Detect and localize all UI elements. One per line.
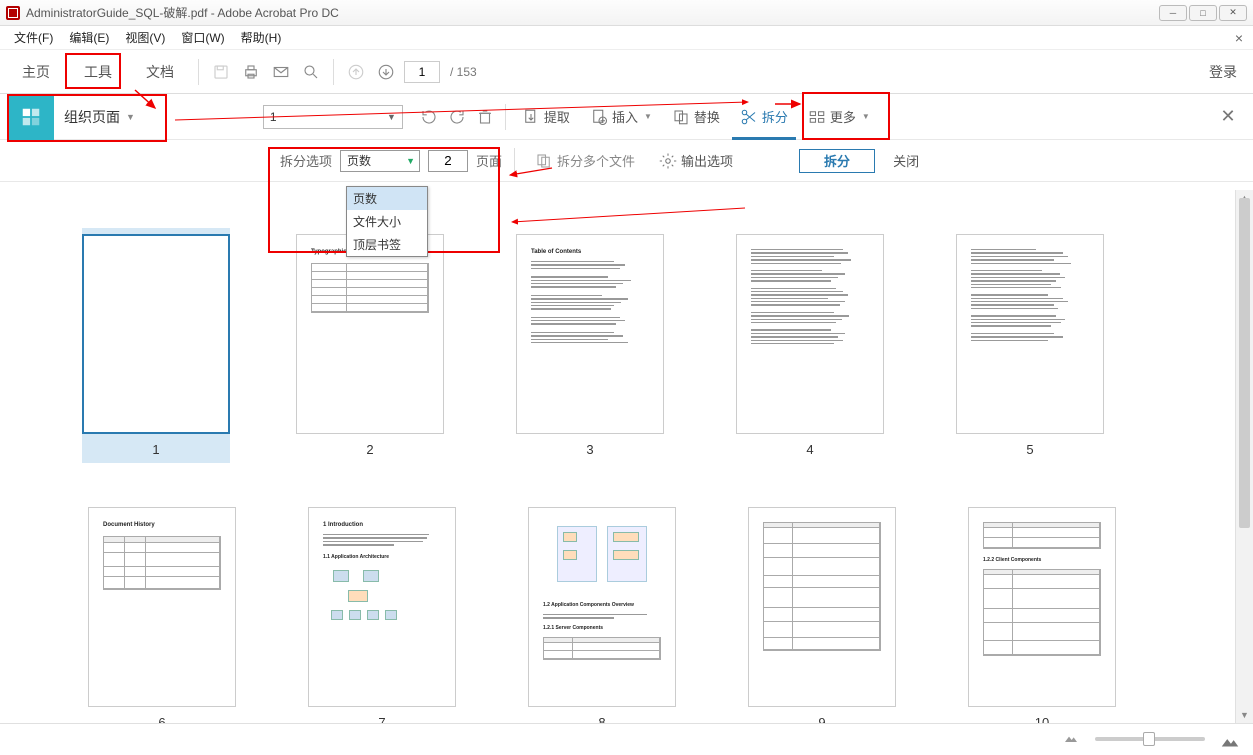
- page-number: 2: [366, 442, 373, 457]
- titlebar: AdministratorGuide_SQL-破解.pdf - Adobe Ac…: [0, 0, 1253, 26]
- split-multiple-label: 拆分多个文件: [557, 151, 635, 170]
- page-number: 8: [598, 715, 605, 723]
- insert-button[interactable]: 插入 ▼: [582, 101, 660, 133]
- status-bar: [0, 723, 1253, 753]
- vertical-scrollbar[interactable]: ▲ ▼: [1235, 190, 1253, 723]
- chevron-down-icon: ▼: [862, 112, 870, 121]
- page-thumbnail[interactable]: 9: [748, 507, 896, 723]
- page-thumbnail[interactable]: Typographic Conventions 2: [296, 234, 444, 457]
- menubar: 文件(F) 编辑(E) 视图(V) 窗口(W) 帮助(H) ×: [0, 26, 1253, 50]
- dropdown-option-bookmarks[interactable]: 顶层书签: [347, 233, 427, 256]
- menu-view[interactable]: 视图(V): [117, 29, 173, 46]
- page-number: 1: [152, 442, 159, 457]
- range-value: 1: [270, 110, 277, 124]
- page-number: 7: [378, 715, 385, 723]
- organize-pages-dropdown[interactable]: 组织页面 ▼: [54, 94, 149, 140]
- page-thumbnail[interactable]: Table of Contents 3: [516, 234, 664, 457]
- organize-pages-label: 组织页面: [64, 107, 120, 127]
- page-thumbnail[interactable]: 1.2.2 Client Components 10: [968, 507, 1116, 723]
- split-options-label: 拆分选项: [280, 151, 332, 170]
- split-close-link[interactable]: 关闭: [893, 151, 919, 170]
- search-icon[interactable]: [299, 60, 323, 84]
- page-thumbnail[interactable]: 5: [956, 234, 1104, 457]
- page-thumbnail[interactable]: Administrator's GuideSAP Business One 9.…: [82, 228, 230, 463]
- extract-button[interactable]: 提取: [514, 101, 578, 133]
- delete-icon[interactable]: [473, 105, 497, 129]
- rotate-cw-icon[interactable]: [445, 105, 469, 129]
- tab-tools[interactable]: 工具: [70, 50, 126, 94]
- organize-toolbar: 组织页面 ▼ 1 ▼ 提取 插入 ▼ 替换 拆分 更多 ▼ ✕: [0, 94, 1253, 140]
- output-options-label: 输出选项: [681, 151, 733, 170]
- split-label: 拆分: [762, 107, 788, 126]
- zoom-slider[interactable]: [1095, 737, 1205, 741]
- doc-close-button[interactable]: ×: [1235, 30, 1243, 46]
- login-link[interactable]: 登录: [1209, 62, 1245, 82]
- app-icon: [6, 6, 20, 20]
- close-tool-button[interactable]: ✕: [1217, 106, 1239, 128]
- maximize-button[interactable]: □: [1189, 5, 1217, 21]
- minimize-button[interactable]: ─: [1159, 5, 1187, 21]
- replace-button[interactable]: 替换: [664, 101, 728, 133]
- page-total: / 153: [450, 65, 477, 79]
- split-multiple-button[interactable]: 拆分多个文件: [527, 145, 643, 177]
- menu-window[interactable]: 窗口(W): [173, 29, 232, 46]
- split-button[interactable]: 拆分: [732, 101, 796, 133]
- page-number: 9: [818, 715, 825, 723]
- split-by-value: 页数: [347, 152, 371, 169]
- dropdown-option-filesize[interactable]: 文件大小: [347, 210, 427, 233]
- tab-home[interactable]: 主页: [8, 50, 64, 94]
- close-button[interactable]: ✕: [1219, 5, 1247, 21]
- print-icon[interactable]: [239, 60, 263, 84]
- page-number: 6: [158, 715, 165, 723]
- menu-help[interactable]: 帮助(H): [233, 29, 290, 46]
- save-icon[interactable]: [209, 60, 233, 84]
- pages-label: 页面: [476, 151, 502, 170]
- dropdown-option-pages[interactable]: 页数: [347, 187, 427, 210]
- menu-edit[interactable]: 编辑(E): [61, 29, 117, 46]
- scroll-thumb[interactable]: [1239, 198, 1250, 528]
- page-number: 4: [806, 442, 813, 457]
- split-options-bar: 拆分选项 页数 ▼ 页面 拆分多个文件 输出选项 拆分 关闭: [0, 140, 1253, 182]
- chevron-down-icon: ▼: [126, 112, 135, 122]
- extract-label: 提取: [544, 107, 570, 126]
- main-toolbar: 主页 工具 文档 / 153 登录: [0, 50, 1253, 94]
- chevron-down-icon: ▼: [644, 112, 652, 121]
- more-label: 更多: [830, 107, 856, 126]
- page-number: 3: [586, 442, 593, 457]
- split-pages-input[interactable]: [428, 150, 468, 172]
- split-by-dropdown: 页数 文件大小 顶层书签: [346, 186, 428, 257]
- output-options-button[interactable]: 输出选项: [651, 145, 741, 177]
- mail-icon[interactable]: [269, 60, 293, 84]
- split-by-select[interactable]: 页数 ▼: [340, 150, 420, 172]
- chevron-down-icon: ▼: [387, 112, 396, 122]
- more-button[interactable]: 更多 ▼: [800, 101, 878, 133]
- chevron-down-icon: ▼: [406, 156, 415, 166]
- page-thumbnail[interactable]: 1.2 Application Components Overview 1.2.…: [528, 507, 676, 723]
- insert-label: 插入: [612, 107, 638, 126]
- page-range-select[interactable]: 1 ▼: [263, 105, 403, 129]
- zoom-small-icon[interactable]: [1063, 730, 1081, 748]
- scroll-down-icon[interactable]: ▼: [1236, 707, 1253, 723]
- page-number: 5: [1026, 442, 1033, 457]
- page-number-input[interactable]: [404, 61, 440, 83]
- page-thumbnail[interactable]: 1 Introduction 1.1 Application Architect…: [308, 507, 456, 723]
- next-page-icon[interactable]: [374, 60, 398, 84]
- prev-page-icon[interactable]: [344, 60, 368, 84]
- zoom-large-icon[interactable]: [1219, 730, 1237, 748]
- page-thumbnail[interactable]: 4: [736, 234, 884, 457]
- rotate-ccw-icon[interactable]: [417, 105, 441, 129]
- replace-label: 替换: [694, 107, 720, 126]
- tab-document[interactable]: 文档: [132, 50, 188, 94]
- window-title: AdministratorGuide_SQL-破解.pdf - Adobe Ac…: [26, 4, 1159, 21]
- page-thumbnail[interactable]: Document History 6: [88, 507, 236, 723]
- split-action-button[interactable]: 拆分: [799, 149, 875, 173]
- organize-pages-icon: [8, 94, 54, 140]
- thumbnail-pane: Administrator's GuideSAP Business One 9.…: [0, 190, 1235, 723]
- menu-file[interactable]: 文件(F): [6, 29, 61, 46]
- page-number: 10: [1035, 715, 1049, 723]
